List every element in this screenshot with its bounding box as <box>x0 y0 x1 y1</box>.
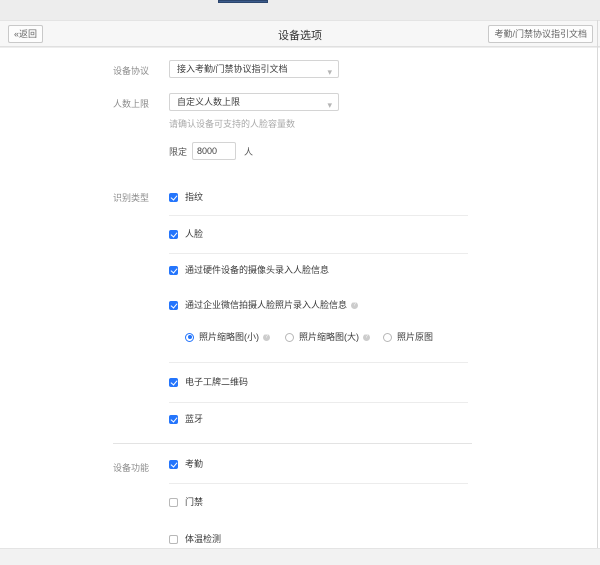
checkbox[interactable] <box>169 230 178 239</box>
checkbox-label: 指纹 <box>185 192 203 203</box>
radio-option-thumb-small[interactable]: 照片缩略图(小) ? <box>185 332 270 343</box>
checkbox-label: 蓝牙 <box>185 414 203 425</box>
radio-label: 照片原图 <box>397 332 433 343</box>
protocol-label: 设备协议 <box>113 60 169 78</box>
device-options-page: «返回 设备选项 考勤/门禁协议指引文档 设备协议 接入考勤/门禁协议指引文档 … <box>0 0 600 565</box>
row-divider <box>169 362 468 363</box>
checkbox-row[interactable]: 门禁 <box>169 497 468 508</box>
radio-button[interactable] <box>185 333 194 342</box>
checkbox-label: 电子工牌二维码 <box>185 377 248 388</box>
row-divider <box>169 253 468 254</box>
limit-input[interactable] <box>192 142 236 160</box>
checkbox-label: 人脸 <box>185 229 203 240</box>
limit-prefix-label: 限定 <box>169 145 187 158</box>
top-accent-bar <box>218 0 268 3</box>
checkbox-row[interactable]: 通过硬件设备的摄像头录入人脸信息 <box>169 265 468 276</box>
window-right-border <box>597 20 598 548</box>
row-divider <box>169 215 468 216</box>
checkbox-row[interactable]: 通过企业微信拍摄人脸照片录入人脸信息 ? <box>169 300 468 311</box>
info-icon[interactable]: ? <box>363 334 370 341</box>
radio-button[interactable] <box>285 333 294 342</box>
recognition-label: 识别类型 <box>113 190 169 425</box>
checkbox-row[interactable]: 指纹 <box>169 192 468 203</box>
capacity-label: 人数上限 <box>113 93 169 111</box>
checkbox-label: 通过硬件设备的摄像头录入人脸信息 <box>185 265 329 276</box>
checkbox[interactable] <box>169 266 178 275</box>
chevron-down-icon: ▾ <box>327 97 332 111</box>
section-divider <box>113 443 472 444</box>
chevron-down-icon: ▾ <box>327 64 332 78</box>
protocol-field: 设备协议 接入考勤/门禁协议指引文档 ▾ <box>113 60 600 78</box>
form-panel: 设备协议 接入考勤/门禁协议指引文档 ▾ 人数上限 自定义人数上限 ▾ 请确认设… <box>0 48 600 548</box>
checkbox[interactable] <box>169 498 178 507</box>
recognition-section: 识别类型 指纹 人脸 通过硬件设备的摄像头录入人脸信息 <box>113 190 600 425</box>
checkbox[interactable] <box>169 415 178 424</box>
checkbox-label: 门禁 <box>185 497 203 508</box>
capacity-field: 人数上限 自定义人数上限 ▾ <box>113 93 600 111</box>
info-icon[interactable]: ? <box>351 302 358 309</box>
checkbox-row[interactable]: 电子工牌二维码 <box>169 377 468 388</box>
capacity-select-value: 自定义人数上限 <box>177 97 240 107</box>
checkbox[interactable] <box>169 193 178 202</box>
info-icon[interactable]: ? <box>263 334 270 341</box>
limit-row: 限定 人 <box>169 142 600 160</box>
checkbox-row[interactable]: 体温检测 <box>169 534 468 545</box>
capacity-select[interactable]: 自定义人数上限 ▾ <box>169 93 339 111</box>
checkbox-label: 通过企业微信拍摄人脸照片录入人脸信息 <box>185 300 347 311</box>
checkbox-row[interactable]: 蓝牙 <box>169 414 468 425</box>
radio-label: 照片缩略图(大) <box>299 332 359 343</box>
radio-option-thumb-large[interactable]: 照片缩略图(大) ? <box>285 332 370 343</box>
row-divider <box>169 483 468 484</box>
photo-size-options: 照片缩略图(小) ? 照片缩略图(大) ? 照片原图 <box>169 331 468 343</box>
checkbox[interactable] <box>169 301 178 310</box>
row-divider <box>169 402 468 403</box>
functions-section: 设备功能 考勤 门禁 体温检测 <box>113 459 600 545</box>
footer-strip <box>0 548 600 565</box>
header-bar: «返回 设备选项 考勤/门禁协议指引文档 <box>0 20 600 47</box>
checkbox-label: 考勤 <box>185 459 203 470</box>
functions-label: 设备功能 <box>113 459 169 545</box>
checkbox[interactable] <box>169 535 178 544</box>
protocol-doc-button[interactable]: 考勤/门禁协议指引文档 <box>488 25 593 43</box>
checkbox-row[interactable]: 人脸 <box>169 229 468 240</box>
checkbox-label: 体温检测 <box>185 534 221 545</box>
checkbox[interactable] <box>169 460 178 469</box>
radio-option-original[interactable]: 照片原图 <box>383 332 433 343</box>
checkbox[interactable] <box>169 378 178 387</box>
capacity-hint: 请确认设备可支持的人脸容量数 <box>169 117 600 130</box>
limit-suffix-label: 人 <box>244 145 253 158</box>
radio-label: 照片缩略图(小) <box>199 332 259 343</box>
checkbox-row[interactable]: 考勤 <box>169 459 468 470</box>
protocol-select-value: 接入考勤/门禁协议指引文档 <box>177 64 288 74</box>
protocol-select[interactable]: 接入考勤/门禁协议指引文档 ▾ <box>169 60 339 78</box>
radio-button[interactable] <box>383 333 392 342</box>
